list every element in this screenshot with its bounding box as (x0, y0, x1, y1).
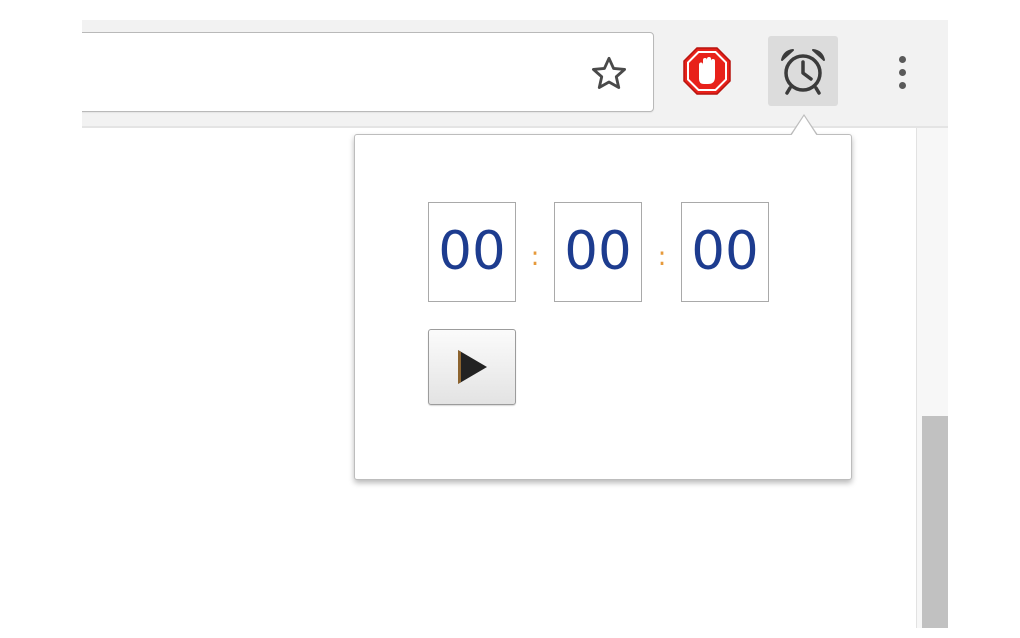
play-icon (458, 350, 487, 384)
hours-field[interactable]: 00 (428, 202, 516, 302)
vertical-ellipsis-icon (898, 68, 906, 76)
start-timer-button[interactable] (428, 329, 516, 405)
minutes-field[interactable]: 00 (554, 202, 642, 302)
browser-toolbar (82, 20, 948, 127)
stop-hand-icon (683, 47, 731, 95)
browser-menu-button[interactable] (882, 48, 922, 96)
timer-popup (354, 134, 852, 480)
star-outline-icon (592, 56, 626, 89)
time-separator: : (530, 242, 540, 272)
seconds-field[interactable]: 00 (681, 202, 769, 302)
popup-pointer-fill (791, 116, 817, 136)
timer-extension-button[interactable] (768, 36, 838, 106)
screen: 00 : 00 : 00 (0, 0, 1020, 638)
time-separator: : (657, 242, 667, 272)
address-bar[interactable] (82, 32, 654, 112)
alarm-clock-icon (781, 49, 825, 95)
adblock-extension-button[interactable] (672, 36, 742, 106)
scrollbar-thumb[interactable] (922, 416, 948, 628)
bookmark-star-button[interactable] (584, 52, 634, 96)
vertical-ellipsis-icon (898, 81, 906, 89)
vertical-ellipsis-icon (898, 55, 906, 63)
